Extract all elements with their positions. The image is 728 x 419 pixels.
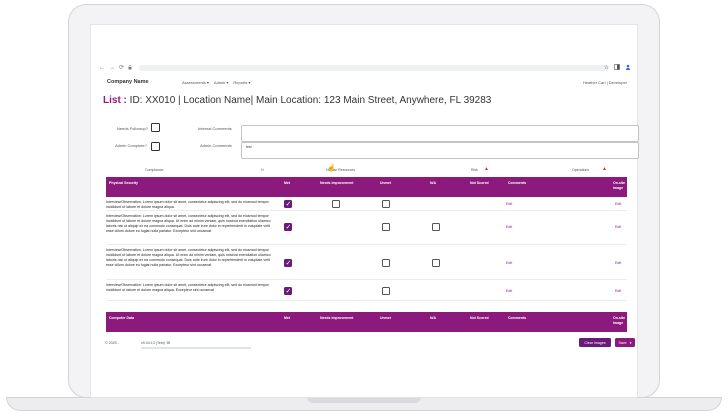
list-label: List : xyxy=(103,95,127,106)
needs-improvement-checkbox[interactable] xyxy=(332,200,340,208)
location-title: ID: XX010 | Location Name| Main Location… xyxy=(129,95,492,106)
admin-comments-field[interactable]: test xyxy=(241,142,639,159)
table-row: Interview/Observation: Lorem ipsum dolor… xyxy=(106,212,627,245)
row-description: Interview/Observation: Lorem ipsum dolor… xyxy=(106,248,271,267)
back-icon[interactable]: ← xyxy=(99,65,105,71)
category-legend: Compliance H Human Resources Risk ▲ Oper… xyxy=(99,166,633,174)
row-description: Interview/Observation: Lorem ipsum dolor… xyxy=(106,283,269,292)
physical-security-header: Physical Security Met Needs Improvement … xyxy=(106,177,627,197)
app-nav: Company Name Assessments ▾ Admin ▾ Repor… xyxy=(91,79,637,89)
edit-comments-link[interactable]: Edit xyxy=(506,289,512,293)
col-unmet: Unmet xyxy=(380,181,391,185)
needs-followup-checkbox[interactable] xyxy=(151,123,160,132)
reload-icon[interactable]: ⟳ xyxy=(119,65,124,71)
edit-comments-link[interactable]: Edit xyxy=(506,261,512,265)
mouse-cursor-icon: ☝ xyxy=(327,165,336,172)
legend-h: H xyxy=(261,168,264,172)
legend-operations: Operations xyxy=(572,168,590,172)
needs-followup-label: Needs Followup? xyxy=(117,126,148,131)
forward-icon[interactable]: → xyxy=(109,65,115,71)
col-met: Met xyxy=(284,181,291,185)
table-row: Interview/Observation: Lorem ipsum dolor… xyxy=(106,198,627,211)
edit-comments-link[interactable]: Edit xyxy=(506,202,512,206)
chevron-down-icon: ▾ xyxy=(629,340,632,345)
browser-screen: ← → ⟳ ☆ Company Name Assessments ▾ Admin… xyxy=(90,24,639,398)
col-needs-improvement: Needs Improvement xyxy=(320,316,354,320)
unmet-checkbox[interactable] xyxy=(382,259,390,267)
edit-image-link[interactable]: Edit xyxy=(615,289,621,293)
page-title: List : ID: XX010 | Location Name| Main L… xyxy=(103,95,491,106)
edit-image-link[interactable]: Edit xyxy=(615,225,621,229)
browser-actions: ☆ xyxy=(604,64,631,72)
col-na: N/A xyxy=(430,316,437,320)
menu-reports[interactable]: Reports ▾ xyxy=(233,80,250,85)
version-label: v9.04.13 (Test) ·Bi xyxy=(141,341,171,345)
copyright: © 2025 - xyxy=(105,341,119,345)
menu-admin[interactable]: Admin ▾ xyxy=(214,80,228,85)
col-comments: Comments xyxy=(508,181,527,185)
col-not-scored: Not Scored xyxy=(470,181,489,185)
col-not-scored: Not Scored xyxy=(470,316,489,320)
user-info[interactable]: Heather Carl | Developer xyxy=(583,80,627,85)
clear-images-button[interactable]: Clear Images xyxy=(579,338,611,347)
company-name[interactable]: Company Name xyxy=(107,79,149,85)
col-onsite-image: On-site Image xyxy=(613,316,626,325)
address-bar[interactable] xyxy=(139,65,610,71)
na-checkbox[interactable] xyxy=(432,259,440,267)
table-row: Interview/Observation: Lorem ipsum dolor… xyxy=(106,246,627,280)
met-checkbox[interactable] xyxy=(284,287,292,295)
unmet-checkbox[interactable] xyxy=(382,223,390,231)
main-menu: Assessments ▾ Admin ▾ Reports ▾ xyxy=(182,80,251,85)
internal-comments-label: Internal Comments xyxy=(198,126,232,131)
col-needs-improvement: Needs Improvement xyxy=(320,181,354,185)
met-checkbox[interactable] xyxy=(284,223,292,231)
edit-comments-link[interactable]: Edit xyxy=(506,225,512,229)
na-checkbox[interactable] xyxy=(432,223,440,231)
internal-comments-field[interactable] xyxy=(241,125,639,142)
scrollbar[interactable] xyxy=(141,347,251,349)
bookmark-star-icon[interactable]: ☆ xyxy=(604,64,609,72)
met-checkbox[interactable] xyxy=(284,259,292,267)
col-unmet: Unmet xyxy=(380,316,391,320)
edit-image-link[interactable]: Edit xyxy=(615,202,621,206)
profile-icon[interactable] xyxy=(625,64,631,72)
col-na: N/A xyxy=(430,181,437,185)
col-met: Met xyxy=(284,316,291,320)
computer-data-header: Computer Data Met Needs Improvement Unme… xyxy=(106,312,627,332)
admin-comments-label: Admin Comments xyxy=(200,143,232,148)
admin-complete-label: Admin Complete? xyxy=(115,143,147,148)
col-physical-security: Physical Security xyxy=(109,181,138,185)
legend-compliance: Compliance xyxy=(145,168,164,172)
admin-complete-checkbox[interactable] xyxy=(151,142,160,151)
warning-icon: ▲ xyxy=(602,166,607,172)
browser-toolbar: ← → ⟳ ☆ xyxy=(91,63,637,73)
row-description: Interview/Observation: Lorem ipsum dolor… xyxy=(106,200,269,209)
sidebar-icon[interactable] xyxy=(614,64,620,72)
unmet-checkbox[interactable] xyxy=(382,287,390,295)
warning-icon: ▲ xyxy=(484,166,489,172)
unmet-checkbox[interactable] xyxy=(382,200,390,208)
col-onsite-image: On-site Image xyxy=(613,181,626,190)
table-row: Interview/Observation: Lorem ipsum dolor… xyxy=(106,281,627,301)
menu-assessments[interactable]: Assessments ▾ xyxy=(182,80,209,85)
met-checkbox[interactable] xyxy=(284,200,292,208)
edit-image-link[interactable]: Edit xyxy=(615,261,621,265)
legend-risk: Risk xyxy=(471,168,478,172)
save-button[interactable]: Save ▾ xyxy=(615,338,635,347)
col-computer-data: Computer Data xyxy=(109,316,135,320)
save-label: Save xyxy=(618,340,627,345)
row-description: Interview/Observation: Lorem ipsum dolor… xyxy=(106,214,271,233)
lock-icon xyxy=(128,64,132,72)
col-comments: Comments xyxy=(508,316,527,320)
